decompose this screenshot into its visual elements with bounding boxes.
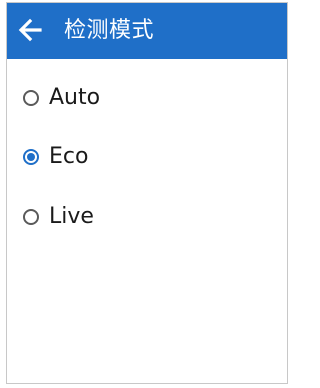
back-button[interactable]	[15, 15, 45, 45]
radio-button-auto[interactable]	[23, 90, 39, 106]
page-title: 检测模式	[64, 18, 155, 43]
radio-button-eco[interactable]	[23, 149, 39, 165]
option-auto-label: Auto	[49, 85, 101, 110]
option-eco-label: Eco	[49, 144, 89, 169]
option-live-label: Live	[49, 204, 94, 229]
header-bar: 检测模式	[7, 3, 287, 59]
arrow-left-icon	[18, 18, 42, 42]
option-live[interactable]: Live	[23, 197, 94, 237]
screen: 检测模式 Auto Eco Live	[6, 2, 288, 384]
option-auto[interactable]: Auto	[23, 78, 100, 118]
radio-button-live[interactable]	[23, 209, 39, 225]
option-eco[interactable]: Eco	[23, 137, 88, 177]
